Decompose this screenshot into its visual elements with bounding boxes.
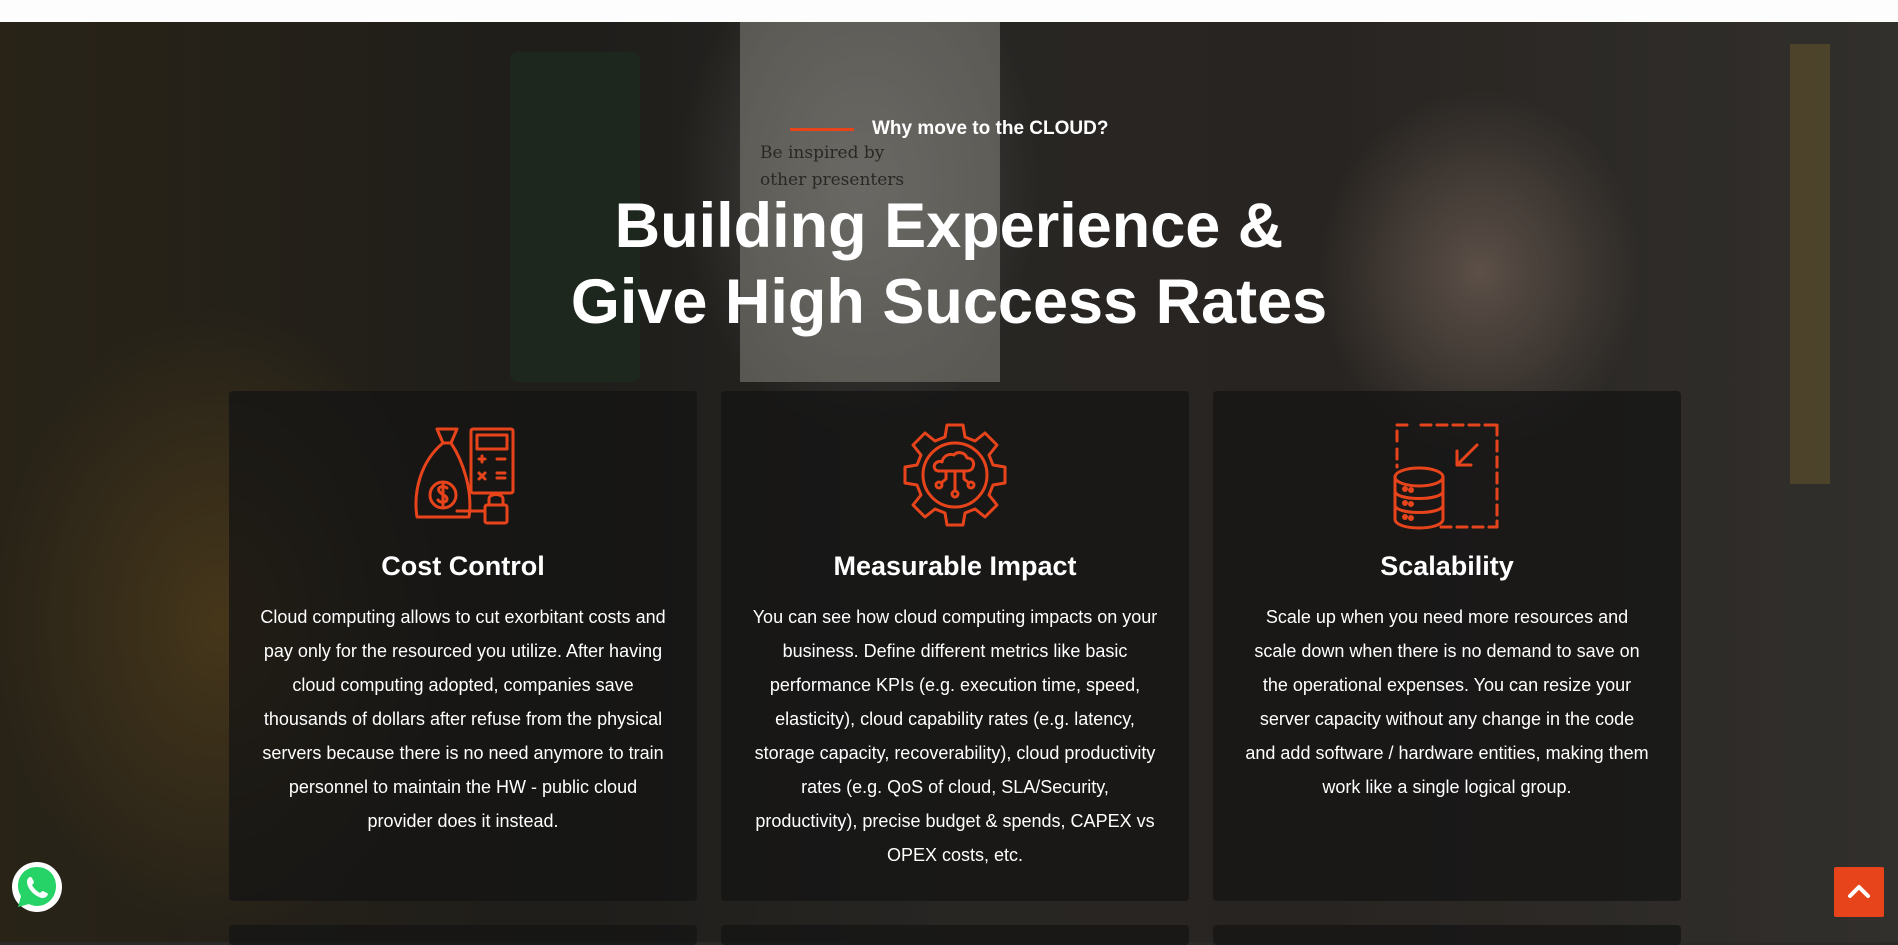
card-title: Measurable Impact (833, 551, 1077, 581)
card-description: Cloud computing allows to cut exorbitant… (260, 607, 666, 831)
card-description: Scale up when you need more resources an… (1245, 607, 1649, 797)
kicker-text: Why move to the CLOUD? (872, 118, 1109, 139)
cloud-gear-icon (903, 423, 1007, 527)
next-row-card-edge (721, 925, 1189, 945)
headline-line-1: Building Experience & (614, 191, 1284, 261)
feature-card-scalability: Scalability Scale up when you need more … (1213, 391, 1681, 901)
section-kicker: Why move to the CLOUD? (0, 118, 1898, 140)
card-title: Cost Control (381, 551, 545, 581)
card-title: Scalability (1380, 551, 1514, 581)
database-resize-icon (1393, 423, 1499, 530)
chevron-up-icon (1848, 885, 1870, 898)
next-row-card-edge (1213, 925, 1681, 945)
money-bag-calculator-icon (414, 427, 515, 525)
feature-card-cost-control: Cost Control Cloud computing allows to c… (229, 391, 697, 901)
whatsapp-icon (12, 862, 62, 912)
card-description: You can see how cloud computing impacts … (752, 607, 1158, 865)
back-to-top-button[interactable] (1834, 867, 1884, 917)
kicker-accent-line (789, 127, 854, 131)
headline-line-2: Give High Success Rates (570, 267, 1328, 337)
next-row-card-edge (229, 925, 697, 945)
whatsapp-button[interactable] (10, 860, 64, 914)
top-nav-bar (0, 0, 1898, 22)
section-headline: Building Experience & Give High Success … (0, 188, 1898, 340)
feature-card-measurable-impact: Measurable Impact You can see how cloud … (721, 391, 1189, 901)
